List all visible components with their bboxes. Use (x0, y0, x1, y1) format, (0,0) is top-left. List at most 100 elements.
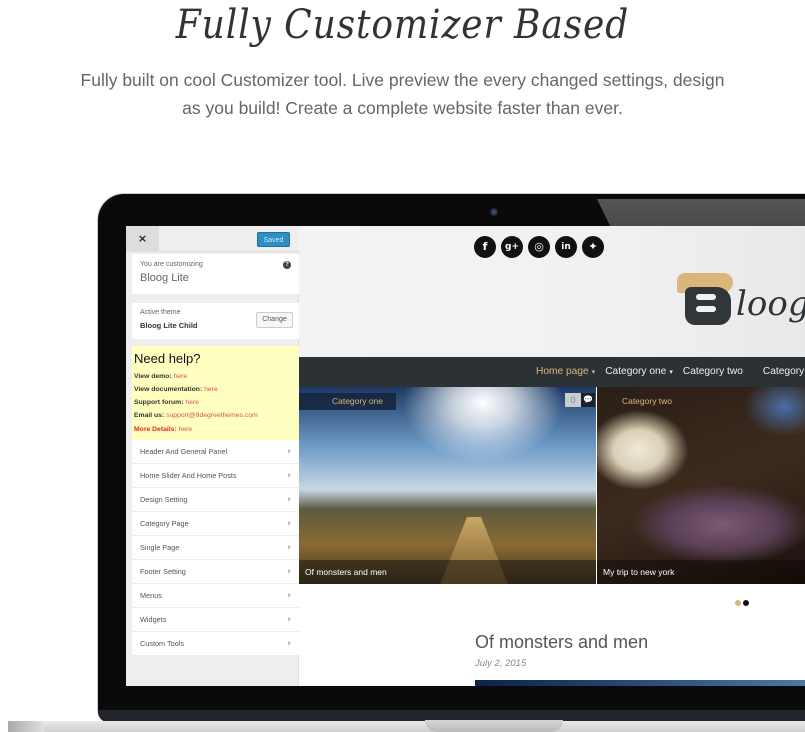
customizing-label: You are customizing (140, 261, 203, 268)
hero-subtitle-line-1: Fully built on cool Customizer tool. Liv… (80, 70, 725, 90)
chevron-right-icon: › (287, 590, 291, 601)
panel-custom-tools[interactable]: Custom Tools › (132, 632, 299, 656)
site-header: f g+ ◎ in ✦ loog (299, 226, 805, 357)
panel-label: Single Page (140, 543, 180, 552)
panel-label: Category Page (140, 519, 189, 528)
chevron-right-icon: › (287, 542, 291, 553)
post-featured-image[interactable] (475, 680, 805, 686)
panel-label: Widgets (140, 615, 167, 624)
instagram-icon[interactable]: ◎ (528, 236, 550, 258)
customizing-theme-name: Bloog Lite (140, 272, 189, 284)
demo-link[interactable]: here (174, 373, 188, 380)
chevron-right-icon: › (287, 518, 291, 529)
twitter-icon[interactable]: ✦ (582, 236, 604, 258)
more-details-link[interactable]: here (179, 426, 193, 433)
saved-button[interactable]: Saved (257, 232, 290, 247)
site-logo-text[interactable]: loog (736, 284, 805, 324)
slider-pagination (735, 600, 749, 606)
change-theme-button[interactable]: Change (256, 312, 293, 328)
hero-title: Fully Customizer Based (175, 2, 630, 48)
slider-dot[interactable] (735, 600, 741, 606)
help-box: Need help? View demo: here View document… (132, 346, 299, 440)
panel-home-slider[interactable]: Home Slider And Home Posts › (132, 464, 299, 488)
panel-label: Footer Setting (140, 567, 186, 576)
slider-item-2[interactable]: Category two My trip to new york (597, 387, 805, 584)
chevron-right-icon: › (287, 470, 291, 481)
comment-count: 0 (565, 393, 581, 407)
slider-dot-active[interactable] (743, 600, 749, 606)
active-theme-label: Active theme (140, 309, 181, 316)
panel-menus[interactable]: Menus › (132, 584, 299, 608)
laptop-base-edge (8, 721, 44, 732)
nav-item-home[interactable]: Home page ▾ (536, 357, 595, 388)
forum-link[interactable]: here (185, 399, 199, 406)
linkedin-icon[interactable]: in (555, 236, 577, 258)
nav-label: Category t (762, 366, 805, 377)
help-line-more-details: More Details: here (134, 426, 192, 433)
customizer-sidebar: × Saved You are customizing Bloog Lite ?… (126, 226, 299, 686)
site-logo-icon[interactable] (677, 273, 735, 325)
main-nav: Home page ▾ Category one ▾ Category two Ca… (299, 357, 805, 387)
panel-label: Design Setting (140, 495, 188, 504)
chevron-right-icon: › (287, 614, 291, 625)
comment-icon: 💬 (581, 393, 595, 407)
post-title[interactable]: Of monsters and men (475, 632, 648, 653)
help-line-email: Email us: support@8degreethemes.com (134, 412, 258, 419)
nav-label: Home page (536, 366, 589, 377)
help-label: View demo: (134, 373, 172, 380)
social-links: f g+ ◎ in ✦ (474, 236, 604, 258)
chevron-right-icon: › (287, 446, 291, 457)
chevron-right-icon: › (287, 494, 291, 505)
panel-label: Header And General Panel (140, 447, 228, 456)
laptop-notch (425, 720, 563, 732)
panel-category-page[interactable]: Category Page › (132, 512, 299, 536)
slide-title[interactable]: My trip to new york (597, 560, 805, 584)
help-line-documentation: View documentation: here (134, 386, 218, 393)
google-plus-icon[interactable]: g+ (501, 236, 523, 258)
category-badge[interactable]: Category two (597, 393, 697, 410)
hero-subtitle: Fully built on cool Customizer tool. Liv… (60, 66, 745, 122)
screen-glare (597, 199, 805, 226)
documentation-link[interactable]: here (204, 386, 218, 393)
help-line-demo: View demo: here (134, 373, 187, 380)
slider-item-1[interactable]: Category one 0 💬 Of monsters and men (299, 387, 596, 584)
help-heading: Need help? (134, 351, 201, 366)
help-label: More Details: (134, 426, 177, 433)
nav-item-category-two[interactable]: Category two (683, 357, 743, 388)
post-date: July 2, 2015 (475, 658, 527, 669)
laptop-base (8, 721, 805, 732)
nav-label: Category one (605, 366, 667, 377)
nav-item-category-three[interactable]: Category t (763, 357, 805, 388)
nav-label: Category two (682, 366, 743, 377)
active-theme-section: Active theme Bloog Lite Child Change (132, 303, 299, 339)
nav-items: Home page ▾ Category one ▾ Category two Ca… (536, 357, 805, 388)
panel-label: Menus (140, 591, 162, 600)
logo-bar (696, 306, 716, 312)
panel-design-setting[interactable]: Design Setting › (132, 488, 299, 512)
customizing-info: You are customizing Bloog Lite ? (132, 254, 299, 294)
panel-footer-setting[interactable]: Footer Setting › (132, 560, 299, 584)
email-link[interactable]: support@8degreethemes.com (166, 412, 258, 419)
panel-widgets[interactable]: Widgets › (132, 608, 299, 632)
help-icon[interactable]: ? (283, 261, 291, 269)
panel-label: Custom Tools (140, 639, 185, 648)
camera-icon (490, 208, 498, 216)
help-label: Email us: (134, 412, 165, 419)
category-badge[interactable]: Category one (299, 393, 396, 410)
panel-label: Home Slider And Home Posts (140, 471, 237, 480)
help-line-forum: Support forum: here (134, 399, 199, 406)
facebook-icon[interactable]: f (474, 236, 496, 258)
panel-header-general[interactable]: Header And General Panel › (132, 440, 299, 464)
site-preview: f g+ ◎ in ✦ loog Home page ▾ Category one… (299, 226, 805, 686)
nav-item-category-one[interactable]: Category one ▾ (605, 357, 673, 388)
caret-down-icon: ▾ (669, 369, 673, 376)
help-label: View documentation: (134, 386, 203, 393)
active-theme-name: Bloog Lite Child (140, 321, 198, 330)
slide-title[interactable]: Of monsters and men (299, 560, 596, 584)
panel-list: Header And General Panel › Home Slider An… (132, 440, 299, 656)
chevron-right-icon: › (287, 638, 291, 649)
hero-subtitle-line-2: as you build! Create a complete website … (182, 98, 623, 118)
logo-bar (696, 294, 716, 300)
close-button[interactable]: × (126, 226, 159, 252)
panel-single-page[interactable]: Single Page › (132, 536, 299, 560)
